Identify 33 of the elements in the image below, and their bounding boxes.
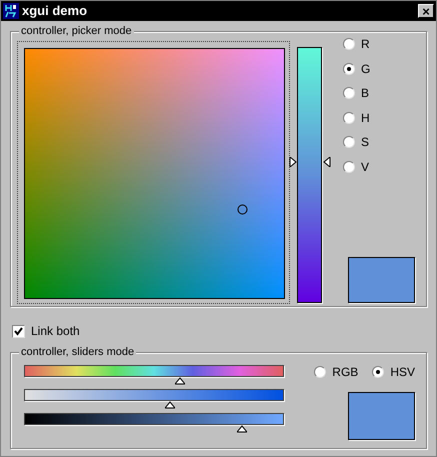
radio-button[interactable] [343, 87, 355, 99]
gradient-slider-track[interactable] [24, 413, 284, 425]
gradient-slider-track[interactable] [24, 365, 284, 377]
radio-button[interactable] [343, 38, 355, 50]
radio-label[interactable]: S [361, 136, 370, 148]
checkmark-icon [14, 326, 23, 336]
close-button[interactable]: × [418, 4, 434, 18]
app-icon [3, 3, 19, 19]
radio-label[interactable]: V [361, 160, 370, 172]
radio-label[interactable]: RGB [332, 366, 358, 378]
radio-button[interactable] [343, 62, 355, 74]
arrow-icon[interactable] [289, 157, 297, 168]
radio-label[interactable]: HSV [390, 366, 415, 378]
color-swatch [348, 392, 415, 440]
radio-button[interactable] [343, 136, 355, 148]
group-title: controller, picker mode [19, 24, 134, 38]
link-both-checkbox[interactable]: Link both [12, 324, 436, 338]
radio-label[interactable]: H [361, 112, 370, 124]
cursor-ring[interactable] [237, 204, 248, 215]
color-swatch [348, 257, 415, 303]
color-field[interactable] [24, 48, 285, 299]
gradient-slider-track[interactable] [24, 389, 284, 401]
radio-button[interactable] [314, 366, 326, 378]
radio-button[interactable] [343, 160, 355, 172]
channel-slider-track[interactable] [297, 47, 322, 303]
window-title: xgui demo [22, 2, 88, 20]
group-title: controller, sliders mode [19, 345, 136, 359]
radio-label[interactable]: R [361, 38, 370, 50]
arrow-icon[interactable] [323, 157, 331, 168]
radio-label[interactable]: B [361, 87, 370, 99]
radio-button[interactable] [343, 112, 355, 124]
radio-button[interactable] [372, 366, 384, 378]
radio-label[interactable]: G [361, 62, 370, 74]
